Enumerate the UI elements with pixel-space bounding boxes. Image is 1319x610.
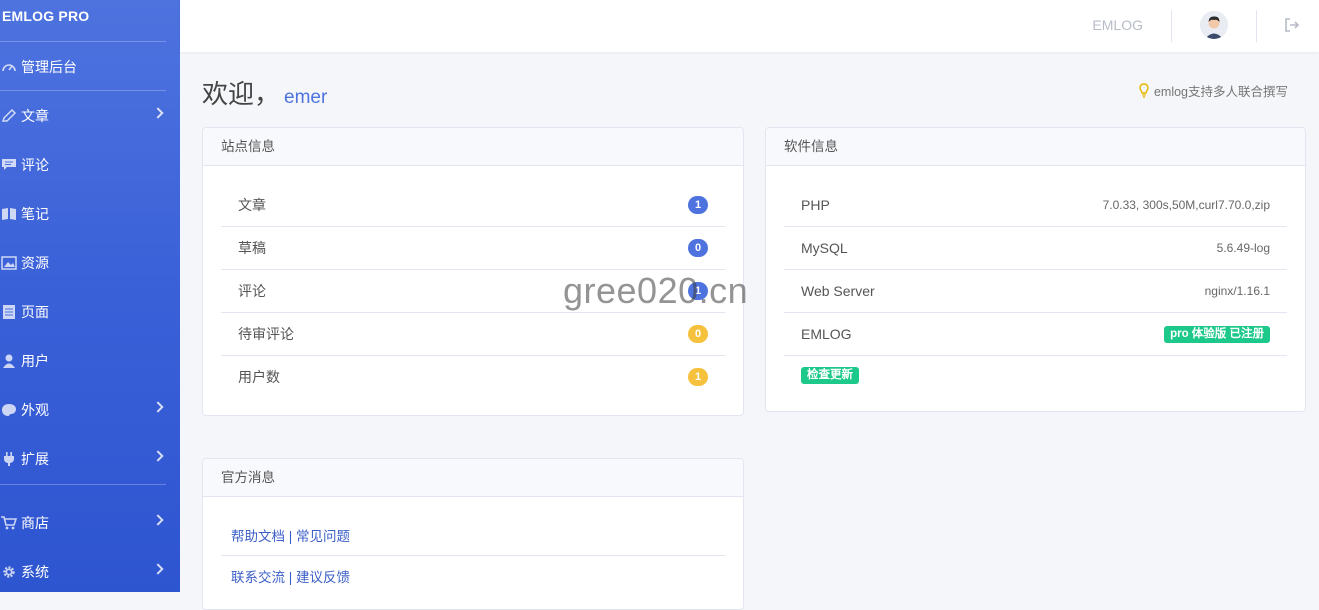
watermark: gree020.cn [563,270,749,311]
info-label: EMLOG [801,326,852,342]
link-separator: | [285,529,297,544]
check-update-button[interactable]: 检查更新 [801,367,859,384]
site-link[interactable]: EMLOG [1092,17,1143,33]
stat-label: 文章 [238,197,266,213]
card-title: 软件信息 [766,128,1305,166]
count-badge: 0 [688,239,708,257]
stat-label: 草稿 [238,240,266,256]
page-icon [1,305,17,319]
dashboard-icon [1,60,17,74]
list-item: Web Server nginx/1.16.1 [784,270,1287,313]
stat-label: 待审评论 [238,326,294,342]
chevron-right-icon [152,107,164,119]
stat-label: 评论 [238,283,266,299]
sidebar-item-label: 商店 [21,515,49,531]
chevron-right-icon [152,563,164,575]
sidebar-divider [0,41,166,42]
comment-icon [1,158,17,172]
image-icon [1,256,17,270]
feedback-link[interactable]: 建议反馈 [296,570,350,585]
stat-label: 用户数 [238,369,280,385]
sidebar-item-articles[interactable]: 文章 [0,101,180,131]
chevron-right-icon [152,450,164,462]
sidebar-item-extensions[interactable]: 扩展 [0,444,180,474]
sidebar-item-label: 资源 [21,255,49,271]
plug-icon [1,452,17,466]
list-item: 联系交流 | 建议反馈 [221,556,725,596]
contact-link[interactable]: 联系交流 [231,570,285,585]
page-title: 欢迎， emer [202,74,327,111]
sidebar-divider [0,484,166,485]
brand-logo[interactable]: EMLOG PRO [2,8,89,24]
sidebar-item-notes[interactable]: 笔记 [0,199,180,229]
palette-icon [1,403,17,417]
list-item: 用户数 1 [221,356,725,398]
gear-icon [1,565,17,579]
info-label: Web Server [801,283,875,299]
sidebar-item-label: 文章 [21,108,49,124]
info-value: 5.6.49-log [1216,241,1270,255]
list-item: EMLOG pro 体验版 已注册 [784,313,1287,356]
sidebar-item-label: 管理后台 [21,59,77,75]
sidebar-item-system[interactable]: 系统 [0,557,180,587]
faq-link[interactable]: 常见问题 [296,529,350,544]
chevron-right-icon [152,514,164,526]
sidebar-item-resources[interactable]: 资源 [0,248,180,278]
list-item: 待审评论 0 [221,313,725,356]
sidebar-item-dashboard[interactable]: 管理后台 [0,52,180,82]
count-badge: 1 [688,196,708,214]
list-item: 草稿 0 [221,227,725,270]
welcome-username[interactable]: emer [284,87,327,108]
chevron-right-icon [152,401,164,413]
link-separator: | [285,570,297,585]
sidebar-item-label: 笔记 [21,206,49,222]
topbar-divider [1256,10,1257,42]
info-value: 7.0.33, 300s,50M,curl7.70.0,zip [1102,198,1270,212]
sidebar-item-label: 页面 [21,304,49,320]
pencil-icon [1,108,17,123]
avatar[interactable] [1200,11,1228,39]
tip-text: emlog支持多人联合撰写 [1153,85,1288,99]
card-title: 官方消息 [203,459,743,497]
sidebar-item-label: 系统 [21,564,49,580]
info-label: PHP [801,197,830,213]
list-item: 帮助文档 | 常见问题 [221,515,725,556]
count-badge: 0 [688,325,708,343]
welcome-greeting: 欢迎， [202,79,281,109]
license-badge[interactable]: pro 体验版 已注册 [1164,326,1270,343]
sidebar-item-label: 外观 [21,402,49,418]
cart-icon [1,516,18,530]
sidebar-item-users[interactable]: 用户 [0,346,180,376]
topbar [180,0,1319,52]
lightbulb-icon [1139,82,1149,99]
list-item: MySQL 5.6.49-log [784,227,1287,270]
sidebar-item-appearance[interactable]: 外观 [0,395,180,425]
help-docs-link[interactable]: 帮助文档 [231,529,285,544]
software-info-card: 软件信息 PHP 7.0.33, 300s,50M,curl7.70.0,zip… [765,127,1306,412]
sidebar-item-label: 用户 [21,353,49,369]
count-badge: 1 [688,368,708,386]
sidebar: EMLOG PRO 管理后台 文章 评论 笔记 资源 页面 用户 外观 扩展 商… [0,0,180,592]
official-news-card: 官方消息 帮助文档 | 常见问题 联系交流 | 建议反馈 [202,458,744,610]
sidebar-item-comments[interactable]: 评论 [0,150,180,180]
sidebar-item-pages[interactable]: 页面 [0,297,180,327]
list-item: 文章 1 [221,184,725,227]
sidebar-item-label: 评论 [21,157,49,173]
tip-banner: emlog支持多人联合撰写 [1139,81,1288,100]
logout-icon[interactable] [1284,17,1300,33]
card-title: 站点信息 [203,128,743,166]
user-icon [1,354,17,368]
list-item: PHP 7.0.33, 300s,50M,curl7.70.0,zip [784,184,1287,227]
sidebar-item-label: 扩展 [21,451,49,467]
topbar-divider [1171,10,1172,42]
info-value: nginx/1.16.1 [1204,284,1270,298]
sidebar-item-store[interactable]: 商店 [0,508,180,538]
sidebar-divider [0,90,166,91]
note-icon [1,207,17,221]
info-label: MySQL [801,240,848,256]
